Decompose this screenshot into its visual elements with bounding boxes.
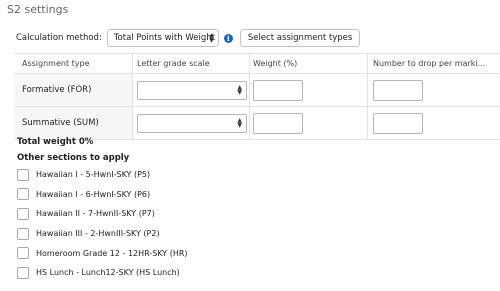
section-label: Hawaiian II - 7-HwnII-SKY (P7) [36,209,155,219]
letter-grade-scale-select[interactable]: ▲ ▼ [137,113,247,133]
list-item: Hawaiian I - 6-HwnI-SKY (P6) [17,185,188,205]
info-icon[interactable]: i [223,33,233,43]
section-label: Homeroom Grade 12 - 12HR-SKY (HR) [36,248,188,258]
section-label: Hawaiian III - 2-HwnIII-SKY (P2) [36,229,160,239]
other-sections-list: Hawaiian I - 5-HwnI-SKY (P5) Hawaiian I … [17,165,188,283]
row-label-cell: Summative (SUM) [14,107,133,139]
select-assignment-types-button[interactable]: Select assignment types [239,29,361,47]
header-number-to-drop-text: Number to drop per marki... [373,59,486,68]
updown-arrows-icon: ▲ ▼ [237,116,242,129]
letter-grade-scale-select[interactable]: ▲ ▼ [137,80,247,100]
weight-cell [250,74,368,106]
number-to-drop-input[interactable] [373,112,423,134]
list-item: Homeroom Grade 12 - 12HR-SKY (HR) [17,243,188,263]
calculation-method-select[interactable]: Total Points with Weight ▲ ▼ [106,29,219,47]
grid-header-row: Assignment type Letter grade scale Weigh… [14,54,500,74]
header-assignment-type-text: Assignment type [22,59,90,68]
assignment-type-grid: Assignment type Letter grade scale Weigh… [14,53,500,140]
grade-scale-cell: ▲ ▼ [133,107,250,139]
section-checkbox[interactable] [17,207,29,220]
header-letter-grade-scale-text: Letter grade scale [137,59,210,68]
list-item: Hawaiian III - 2-HwnIII-SKY (P2) [17,224,188,244]
list-item: HS Lunch - Lunch12-SKY (HS Lunch) [17,263,188,283]
calculation-method-value: Total Points with Weight [113,33,215,43]
section-checkbox[interactable] [17,168,29,181]
header-letter-grade-scale: Letter grade scale [133,54,250,73]
list-item: Hawaiian II - 7-HwnII-SKY (P7) [17,204,188,224]
other-sections-heading: Other sections to apply [17,153,130,163]
drop-cell [368,74,500,106]
section-checkbox[interactable] [17,247,29,260]
section-checkbox[interactable] [17,227,29,240]
page-title: S2 settings [7,3,69,16]
grade-scale-cell: ▲ ▼ [133,74,250,106]
total-weight: Total weight 0% [17,137,94,147]
weight-input[interactable] [253,79,303,101]
drop-cell [368,107,500,139]
table-row: Summative (SUM) ▲ ▼ [14,107,500,140]
section-label: HS Lunch - Lunch12-SKY (HS Lunch) [36,268,180,278]
header-number-to-drop: Number to drop per marki... [368,54,500,73]
section-label: Hawaiian I - 6-HwnI-SKY (P6) [36,189,151,199]
calculation-method-row: Calculation method: Total Points with We… [16,29,361,47]
weight-cell [250,107,368,139]
row-label: Summative (SUM) [22,118,99,128]
updown-arrows-icon: ▲ ▼ [237,83,242,96]
section-checkbox[interactable] [17,188,29,201]
calculation-method-label: Calculation method: [16,33,102,43]
list-item: Hawaiian I - 5-HwnI-SKY (P5) [17,165,188,185]
updown-arrows-icon: ▲ ▼ [209,32,214,44]
weight-input[interactable] [253,112,303,134]
row-label: Formative (FOR) [22,85,92,95]
section-label: Hawaiian I - 5-HwnI-SKY (P5) [36,170,151,180]
table-row: Formative (FOR) ▲ ▼ [14,74,500,107]
header-weight: Weight (%) [250,54,368,73]
header-assignment-type: Assignment type [14,54,133,73]
row-label-cell: Formative (FOR) [14,74,133,106]
number-to-drop-input[interactable] [373,79,423,101]
header-weight-text: Weight (%) [253,59,298,68]
section-checkbox[interactable] [17,266,29,279]
